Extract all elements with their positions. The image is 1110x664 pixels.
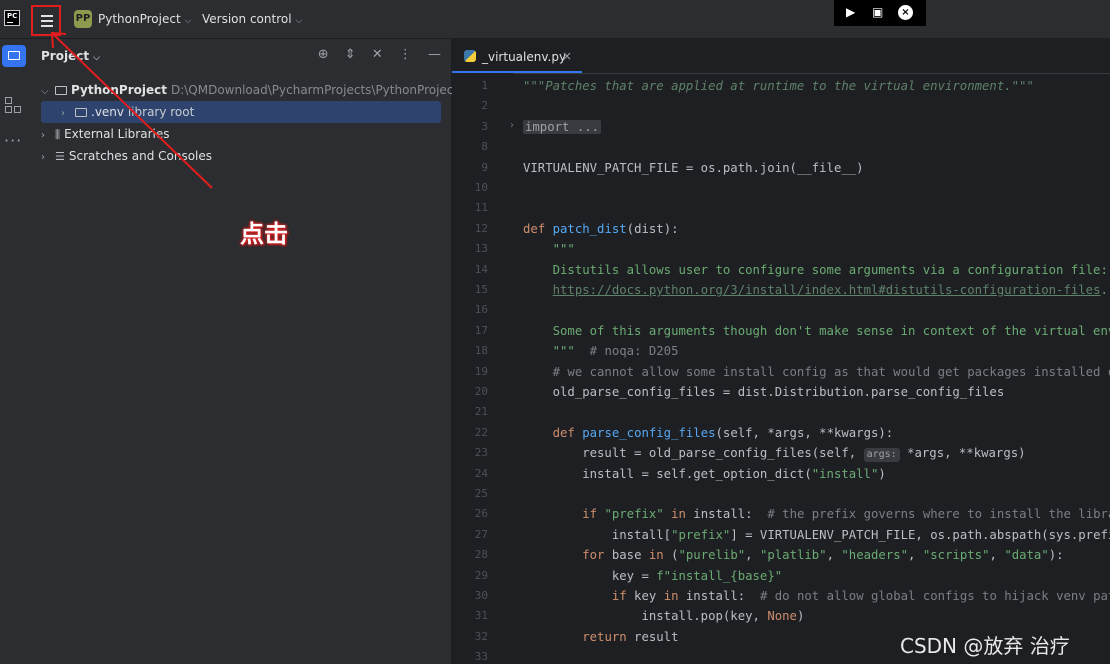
code-line: key = f"install_{base}" [523, 568, 783, 583]
more-icon[interactable]: ··· [4, 131, 22, 150]
project-tool-button[interactable] [2, 45, 26, 67]
code-line: Distutils allows user to configure some … [523, 262, 1108, 277]
version-control-menu[interactable]: Version control ⌵ [202, 12, 302, 26]
line-number: 32 [474, 629, 488, 643]
project-name: PythonProject [98, 12, 181, 26]
line-number: 20 [474, 385, 488, 398]
folder-icon [8, 51, 20, 60]
code-line: install = self.get_option_dict("install"… [523, 466, 886, 481]
chevron-right-icon: › [61, 108, 65, 119]
line-number: 14 [474, 262, 488, 276]
line-number: 9 [481, 160, 488, 174]
line-number: 22 [474, 425, 488, 439]
locate-icon[interactable]: ⊕ [318, 47, 329, 62]
code-line: VIRTUALENV_PATCH_FILE = os.path.join(__f… [523, 160, 864, 175]
panel-toolbar: ⊕ ⇕ ✕ ⋮ — [306, 47, 441, 62]
folder-icon [55, 86, 67, 95]
line-number: 31 [474, 609, 488, 623]
screen-icon[interactable]: ▣ [872, 5, 883, 19]
line-number: 24 [474, 466, 488, 480]
code-line: install.pop(key, None) [523, 609, 805, 624]
folder-icon [75, 108, 87, 117]
chevron-down-icon: ⌵ [41, 86, 49, 97]
line-number: 10 [474, 181, 488, 194]
line-number: 3 [481, 119, 488, 133]
line-number: 33 [474, 650, 488, 664]
line-number: 29 [474, 568, 488, 582]
tree-item-external-libraries[interactable]: › ⫼ External Libraries [41, 123, 170, 145]
pointer-icon[interactable]: ▶︎ [846, 5, 855, 19]
line-number: 23 [474, 446, 488, 460]
line-number: 25 [474, 487, 488, 500]
code-line: if key in install: # do not allow global… [611, 589, 1110, 603]
library-icon: ⫼ [55, 128, 61, 141]
code-line: """ # noqa: D205 [552, 344, 679, 359]
watermark: CSDN @放弃 治疗 [900, 634, 1070, 658]
project-panel-title[interactable]: Project ⌵ [41, 49, 100, 63]
code-line: install["prefix"] = VIRTUALENV_PATCH_FIL… [523, 527, 1110, 542]
collapse-icon[interactable]: ✕ [372, 47, 383, 62]
expand-icon[interactable]: ⇕ [345, 47, 356, 62]
fold-arrow-icon[interactable]: › [510, 120, 514, 131]
scratches-icon: ☰ [55, 150, 65, 163]
code-line: """Patches that are applied at runtime t… [523, 79, 1034, 93]
editor-tab-bar: _virtualenv.py × [452, 39, 1110, 74]
line-number: 18 [474, 344, 488, 358]
pycharm-logo-icon: PC [4, 10, 20, 26]
line-number: 19 [474, 364, 488, 378]
minimize-icon[interactable]: — [428, 47, 441, 62]
chevron-down-icon: ⌵ [93, 53, 100, 63]
line-number: 15 [474, 283, 488, 296]
editor-tab[interactable]: _virtualenv.py × [452, 39, 582, 73]
python-file-icon [464, 50, 476, 62]
code-line: old_parse_config_files = dist.Distributi… [523, 385, 1005, 399]
code-line: Some of this arguments though don't make… [523, 323, 1110, 338]
line-number: 11 [474, 201, 488, 215]
line-number: 28 [474, 548, 488, 562]
version-control-label: Version control [202, 12, 292, 26]
line-number: 12 [474, 221, 488, 235]
structure-icon[interactable] [5, 97, 23, 113]
tree-item-scratches[interactable]: › ☰ Scratches and Consoles [41, 145, 212, 167]
tree-item-venv[interactable]: › .venv library root [41, 101, 441, 123]
project-switcher[interactable]: PythonProject ⌵ [98, 12, 191, 26]
close-icon[interactable]: × [898, 5, 913, 20]
code-line: def patch_dist(dist): [523, 221, 679, 236]
line-number: 8 [481, 140, 488, 154]
line-number: 17 [474, 323, 488, 337]
chevron-down-icon: ⌵ [295, 16, 303, 26]
line-number: 21 [474, 405, 488, 419]
main-menu-button[interactable] [31, 5, 61, 36]
editor-gutter: 1 2 3 8 9 10 11 12 13 14 15 16 17 18 19 20 21 22 23 24 25 26 2… [452, 73, 514, 664]
code-line: import ... [523, 119, 602, 134]
annotation-label: 点击 [240, 220, 288, 248]
line-number: 30 [474, 589, 488, 602]
line-number: 2 [481, 99, 488, 113]
line-number: 1 [481, 79, 488, 92]
code-editor[interactable]: """Patches that are applied at runtime t… [523, 73, 1110, 664]
code-line: result = old_parse_config_files(self, ar… [523, 446, 1026, 463]
tree-item-project-root[interactable]: ⌵ PythonProject D:\QMDownload\PycharmProje… [41, 79, 458, 101]
chevron-right-icon: › [41, 130, 45, 141]
project-panel: Project ⌵ ⊕ ⇕ ✕ ⋮ — ⌵ PythonProject D:\QMDo… [31, 39, 458, 664]
line-number: 16 [474, 303, 488, 317]
line-number: 13 [474, 242, 488, 256]
chevron-down-icon: ⌵ [184, 16, 192, 26]
floating-toolbar: ▶︎ ▣ × [834, 0, 926, 26]
line-number: 27 [474, 527, 488, 541]
code-line: def parse_config_files(self, *args, **kw… [552, 425, 894, 440]
code-line: """ [523, 242, 575, 257]
code-line: https://docs.python.org/3/install/index.… [552, 283, 1108, 297]
code-line: if "prefix" in install: # the prefix gov… [582, 507, 1110, 522]
line-number: 26 [474, 507, 488, 521]
code-line: # we cannot allow some install config as… [523, 364, 1110, 379]
code-line: return result [582, 629, 679, 644]
project-badge[interactable]: PP [74, 10, 92, 28]
chevron-right-icon: › [41, 152, 45, 163]
tool-window-stripe: ··· [0, 39, 32, 664]
code-line: for base in ("purelib", "platlib", "head… [582, 548, 1064, 563]
options-icon[interactable]: ⋮ [399, 47, 412, 62]
close-icon[interactable]: × [562, 49, 572, 63]
title-bar: PC PP PythonProject ⌵ Version control ⌵ ▶︎… [0, 0, 1110, 39]
